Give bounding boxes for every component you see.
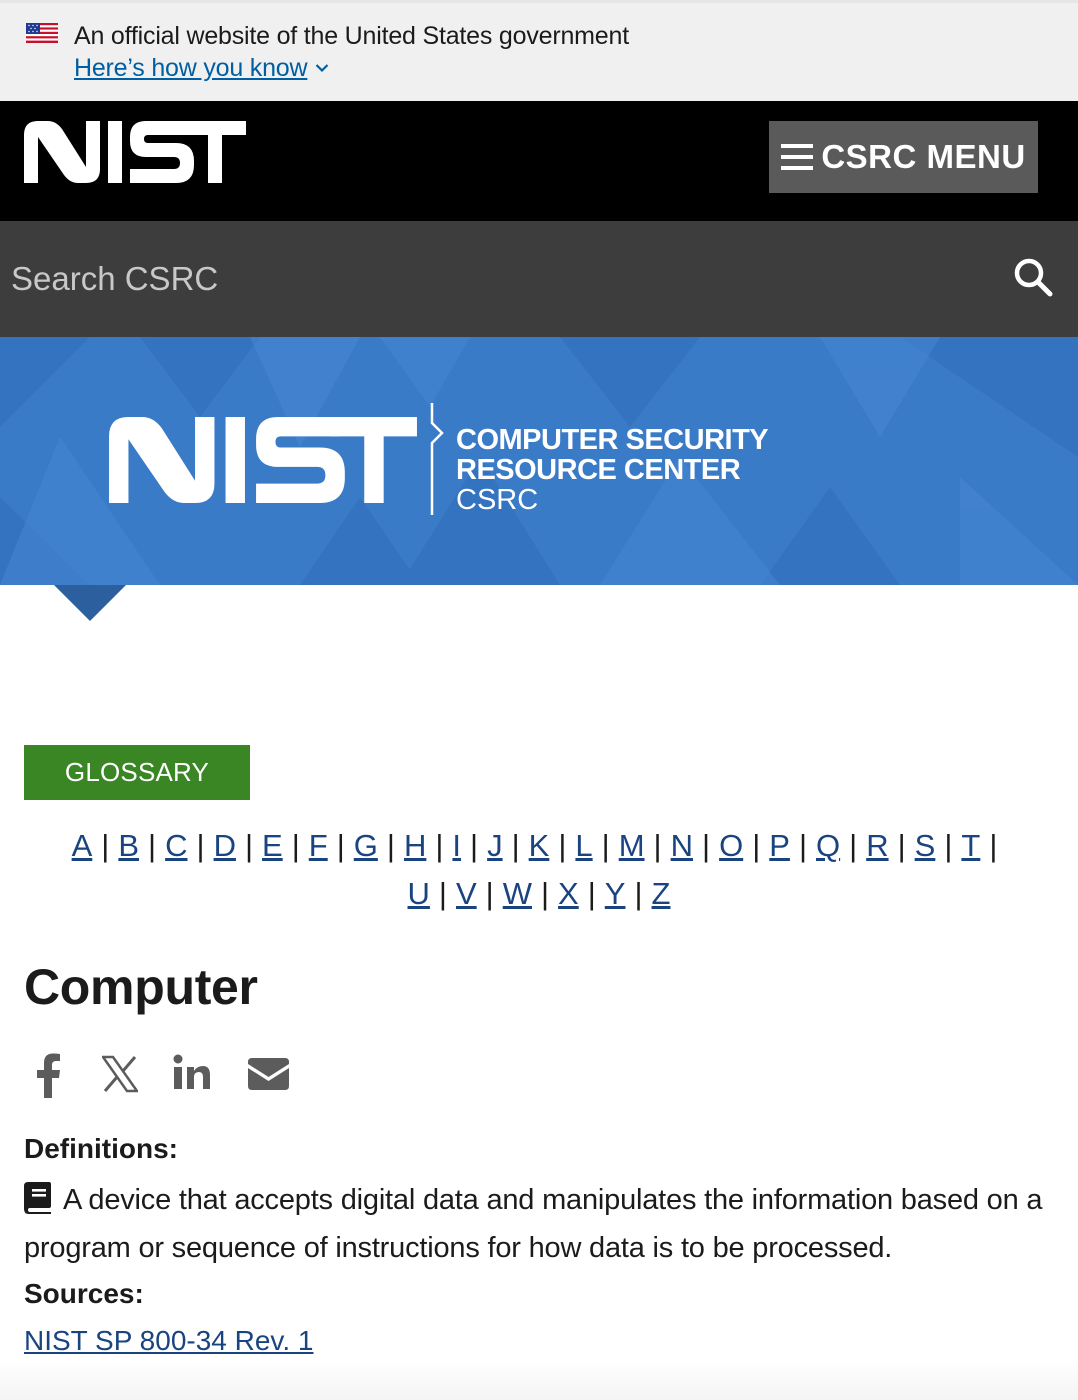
csrc-menu-button[interactable]: CSRC MENU [769, 121, 1038, 193]
letter-link-g[interactable]: G [354, 828, 378, 863]
search-icon[interactable] [1008, 253, 1058, 303]
hero-divider-chevron-icon [430, 403, 444, 515]
letter-separator: | [989, 828, 998, 863]
how-you-know-label[interactable]: Here’s how you know [74, 54, 308, 82]
nist-hero-logo[interactable] [107, 417, 419, 503]
letter-separator: | [540, 876, 550, 911]
hero-title-line2: RESOURCE CENTER [456, 454, 741, 486]
site-header: CSRC MENU [0, 101, 1078, 221]
letter-link-b[interactable]: B [118, 828, 139, 863]
letter-link-n[interactable]: N [671, 828, 693, 863]
letter-separator: | [601, 828, 610, 863]
search-bar [0, 221, 1078, 337]
letter-separator: | [634, 876, 643, 911]
letter-link-a[interactable]: A [72, 828, 93, 863]
letter-separator: | [101, 828, 110, 863]
letter-link-y[interactable]: Y [605, 876, 626, 911]
hamburger-icon [781, 144, 814, 170]
letter-separator: | [470, 828, 479, 863]
letter-separator: | [944, 828, 953, 863]
letter-separator: | [752, 828, 761, 863]
us-flag-icon [26, 23, 58, 43]
letter-link-x[interactable]: X [558, 876, 579, 911]
letter-link-c[interactable]: C [165, 828, 187, 863]
letter-link-l[interactable]: L [575, 828, 592, 863]
letter-separator: | [148, 828, 157, 863]
letter-separator: | [702, 828, 711, 863]
letter-separator: | [336, 828, 345, 863]
linkedin-icon[interactable] [173, 1050, 211, 1098]
letter-link-m[interactable]: M [619, 828, 645, 863]
letter-separator: | [897, 828, 906, 863]
email-icon[interactable] [248, 1050, 289, 1098]
letter-separator: | [511, 828, 520, 863]
definitions-label: Definitions: [24, 1133, 178, 1164]
glossary-tag[interactable]: GLOSSARY [24, 745, 250, 800]
letter-link-j[interactable]: J [487, 828, 503, 863]
book-icon [24, 1182, 51, 1214]
facebook-icon[interactable] [34, 1050, 62, 1098]
search-input[interactable] [0, 221, 990, 337]
letter-link-z[interactable]: Z [652, 876, 671, 911]
letter-link-v[interactable]: V [456, 876, 477, 911]
csrc-menu-label[interactable]: CSRC MENU [821, 138, 1025, 176]
hero-title-line1: COMPUTER SECURITY [456, 424, 769, 456]
letter-separator: | [435, 828, 444, 863]
letter-separator: | [244, 828, 254, 863]
letter-link-q[interactable]: Q [816, 828, 840, 863]
letter-separator: | [849, 828, 858, 863]
gov-banner-text: An official website of the United States… [74, 22, 629, 50]
definition-text: A device that accepts digital data and m… [24, 1176, 1054, 1272]
letter-link-e[interactable]: E [262, 828, 283, 863]
letter-separator: | [798, 828, 807, 863]
letter-link-r[interactable]: R [866, 828, 888, 863]
letter-separator: | [291, 828, 300, 863]
letter-link-i[interactable]: I [452, 828, 461, 863]
letter-separator: | [558, 828, 567, 863]
how-you-know-link[interactable]: Here’s how you know [74, 54, 329, 83]
letter-link-s[interactable]: S [915, 828, 936, 863]
source-link[interactable]: NIST SP 800-34 Rev. 1 [24, 1325, 314, 1357]
letter-link-u[interactable]: U [408, 876, 430, 911]
letter-link-p[interactable]: P [769, 828, 790, 863]
x-icon[interactable] [102, 1050, 138, 1098]
hero-title: COMPUTER SECURITY RESOURCE CENTER [456, 424, 769, 486]
alphabet-nav-row1: A | B | C | D | E | F | G | H | I | J | K | L | M | N | O | P | Q | R | S | T | [0, 828, 1078, 864]
letter-link-f[interactable]: F [309, 828, 328, 863]
letter-separator: | [438, 876, 447, 911]
bottom-fade [0, 1360, 1078, 1400]
sources-label: Sources: [24, 1278, 144, 1309]
letter-separator: | [485, 876, 494, 911]
alphabet-nav-row2: U | V | W | X | Y | Z [0, 876, 1078, 912]
chevron-down-icon [316, 64, 329, 73]
letter-separator: | [587, 876, 596, 911]
csrc-hero-banner: COMPUTER SECURITY RESOURCE CENTER CSRC [0, 337, 1078, 585]
definition-body: A device that accepts digital data and m… [24, 1184, 1043, 1264]
letter-separator: | [653, 828, 662, 863]
nist-logo[interactable] [24, 121, 246, 183]
page-title: Computer [24, 959, 258, 1015]
letter-link-w[interactable]: W [503, 876, 532, 911]
hero-subtitle: CSRC [456, 484, 539, 516]
gov-banner: An official website of the United States… [0, 0, 1078, 101]
letter-link-k[interactable]: K [529, 828, 550, 863]
letter-link-t[interactable]: T [961, 828, 980, 863]
hero-pointer [54, 585, 126, 621]
letter-separator: | [386, 828, 395, 863]
letter-link-o[interactable]: O [719, 828, 743, 863]
letter-link-d[interactable]: D [214, 828, 236, 863]
letter-link-h[interactable]: H [404, 828, 426, 863]
letter-separator: | [196, 828, 205, 863]
